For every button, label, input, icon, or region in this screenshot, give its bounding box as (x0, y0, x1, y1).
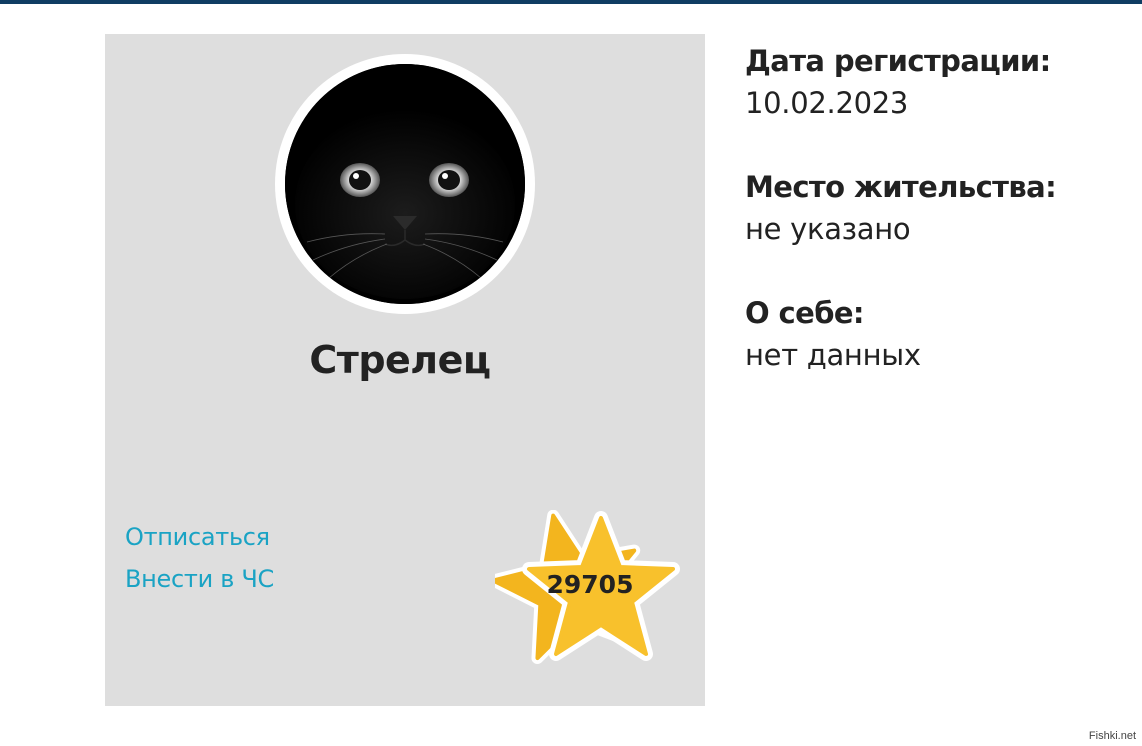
about-block: О себе: нет данных (745, 292, 1135, 376)
profile-actions: Отписаться Внести в ЧС (125, 516, 274, 600)
location-block: Место жительства: не указано (745, 166, 1135, 250)
about-value: нет данных (745, 338, 921, 372)
profile-info: Дата регистрации: 10.02.2023 Место жител… (745, 40, 1135, 418)
registration-label: Дата регистрации: (745, 44, 1051, 78)
black-cat-avatar-icon (285, 64, 525, 304)
username: Стрелец (309, 338, 491, 382)
registration-block: Дата регистрации: 10.02.2023 (745, 40, 1135, 124)
top-bar (0, 0, 1142, 4)
registration-date: 10.02.2023 (745, 86, 909, 120)
unsubscribe-link[interactable]: Отписаться (125, 516, 274, 558)
location-value: не указано (745, 212, 911, 246)
watermark: Fishki.net (1088, 730, 1136, 742)
add-to-blacklist-link[interactable]: Внести в ЧС (125, 558, 274, 600)
about-label: О себе: (745, 296, 865, 330)
avatar (275, 54, 535, 314)
location-label: Место жительства: (745, 170, 1057, 204)
profile-card: Стрелец Отписаться Внести в ЧС 29705 (105, 34, 705, 706)
rating-badge: 29705 (495, 510, 695, 670)
rating-value: 29705 (546, 570, 634, 599)
